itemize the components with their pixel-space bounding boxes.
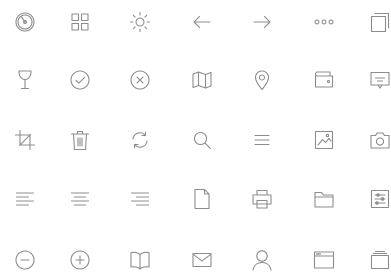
crop-icon: [13, 128, 37, 152]
location-pin-icon: [250, 68, 274, 92]
folder-icon: [312, 187, 336, 211]
wallet-icon: [312, 68, 336, 92]
check-circle-icon: [68, 68, 92, 92]
mail-icon: [190, 248, 214, 272]
arrow-right-icon: [250, 10, 274, 34]
menu-icon: [250, 128, 274, 152]
browser-window-icon: [312, 248, 336, 272]
printer-icon: [250, 187, 274, 211]
wine-glass-icon: [13, 68, 37, 92]
align-right-icon: [128, 187, 152, 211]
message-icon: [368, 68, 391, 92]
document-icon: [190, 187, 214, 211]
camera-icon: [368, 128, 391, 152]
map-icon: [190, 68, 214, 92]
brightness-icon: [128, 10, 152, 34]
image-icon: [312, 128, 336, 152]
close-circle-icon: [128, 68, 152, 92]
copy-icon: [368, 10, 391, 34]
user-icon: [250, 248, 274, 272]
minus-circle-icon: [13, 248, 37, 272]
icon-grid: [0, 0, 391, 272]
plus-circle-icon: [68, 248, 92, 272]
sliders-icon: [368, 187, 391, 211]
book-open-icon: [128, 248, 152, 272]
arrow-left-icon: [190, 10, 214, 34]
layers-icon: [368, 248, 391, 272]
more-horizontal-icon: [312, 10, 336, 34]
align-left-icon: [13, 187, 37, 211]
search-icon: [190, 128, 214, 152]
trash-icon: [68, 128, 92, 152]
align-center-icon: [68, 187, 92, 211]
refresh-icon: [128, 128, 152, 152]
speedometer-icon: [13, 10, 37, 34]
grid-icon: [68, 10, 92, 34]
